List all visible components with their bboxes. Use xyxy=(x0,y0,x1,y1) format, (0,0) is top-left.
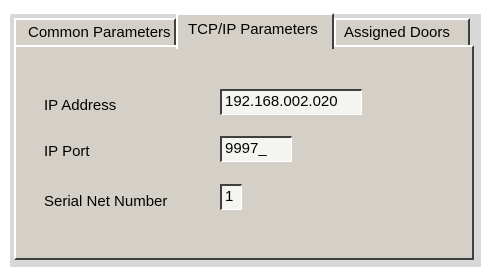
tab-tcpip-parameters[interactable]: TCP/IP Parameters xyxy=(176,13,334,49)
tab-assigned-doors-label: Assigned Doors xyxy=(344,24,450,41)
tab-tcpip-parameters-label: TCP/IP Parameters xyxy=(188,21,318,38)
tcpip-parameters-panel: IP Address 192.168.002.020 IP Port 9997_… xyxy=(14,45,474,260)
serial-net-number-input[interactable]: 1 xyxy=(220,184,242,210)
ip-port-label: IP Port xyxy=(44,143,90,160)
tab-common-parameters[interactable]: Common Parameters xyxy=(14,18,176,46)
ip-port-input[interactable]: 9997_ xyxy=(220,136,292,162)
serial-net-number-label: Serial Net Number xyxy=(44,193,168,210)
tab-common-parameters-label: Common Parameters xyxy=(28,24,171,41)
ip-address-label: IP Address xyxy=(44,97,117,114)
tab-strip: Common Parameters Assigned Doors TCP/IP … xyxy=(14,12,474,49)
tcpip-settings-window: Common Parameters Assigned Doors TCP/IP … xyxy=(0,0,481,271)
ip-address-input[interactable]: 192.168.002.020 xyxy=(220,89,362,115)
tab-assigned-doors[interactable]: Assigned Doors xyxy=(334,18,470,46)
